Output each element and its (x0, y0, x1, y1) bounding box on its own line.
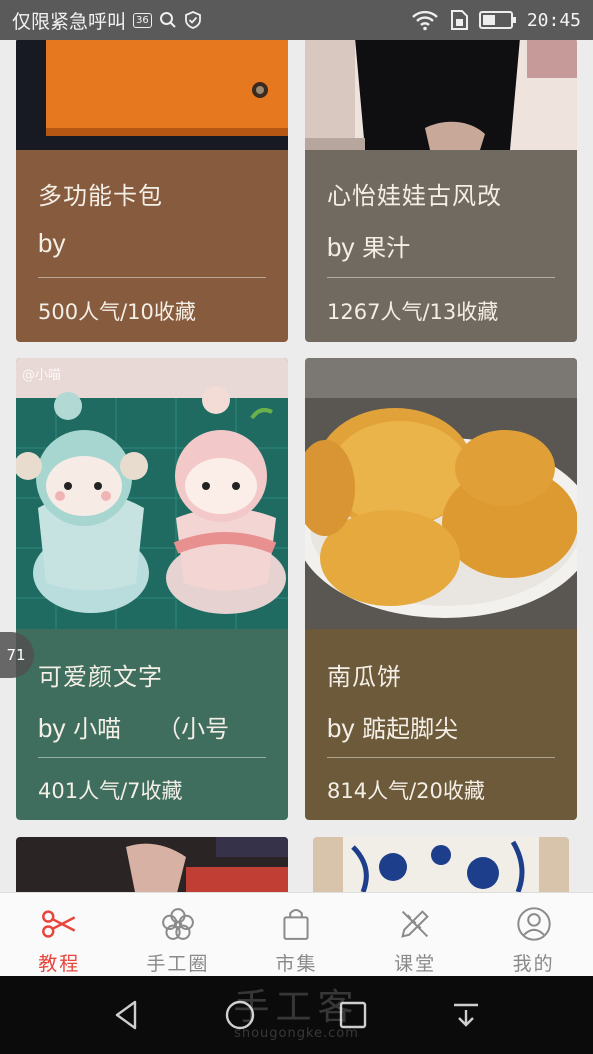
card-title: 南瓜饼 (327, 663, 402, 691)
notification-pull-icon[interactable] (448, 997, 484, 1033)
author-prefix: by (38, 713, 66, 743)
card-divider (38, 277, 266, 278)
card-stats: 1267人气/13收藏 (327, 300, 499, 324)
system-nav-bar (0, 976, 593, 1054)
card-photo (16, 837, 288, 892)
tutorial-card[interactable]: 心怡娃娃古风改 by 果汁 1267人气/13收藏 (305, 40, 577, 342)
card-divider (327, 277, 555, 278)
tutorial-card[interactable] (16, 837, 288, 892)
card-title: 心怡娃娃古风改 (327, 182, 502, 210)
card-photo (305, 40, 577, 150)
tab-label: 市集 (275, 953, 318, 975)
card-author: by 果汁 (327, 228, 410, 263)
pencil-ruler-icon (401, 910, 429, 938)
card-title: 多功能卡包 (38, 182, 163, 210)
battery-icon (478, 11, 516, 29)
tab-classroom[interactable]: 课堂 (356, 893, 475, 976)
tab-label: 手工圈 (146, 953, 210, 975)
tab-market[interactable]: 市集 (237, 893, 356, 976)
author-name: 果汁 (362, 234, 411, 262)
card-divider (327, 757, 555, 758)
home-icon[interactable] (222, 997, 258, 1033)
wifi-icon (411, 10, 438, 31)
card-photo (16, 40, 288, 150)
photo-watermark: @小喵 (22, 368, 62, 383)
network-badge: 36 (133, 12, 152, 28)
tab-profile[interactable]: 我的 (474, 893, 593, 976)
card-title: 可爱颜文字 (38, 663, 163, 691)
search-icon (159, 12, 176, 28)
card-author: by 小喵 （小号 (38, 709, 229, 744)
card-info: 可爱颜文字 by 小喵 （小号 401人气/7收藏 (16, 629, 288, 820)
author-prefix: by (327, 713, 355, 743)
tab-tutorials[interactable]: 教程 (0, 893, 119, 976)
card-info: 心怡娃娃古风改 by 果汁 1267人气/13收藏 (305, 150, 577, 342)
clock: 20:45 (526, 9, 581, 31)
author-name: 小喵 （小号 (73, 715, 230, 743)
flower-icon (162, 908, 194, 940)
bubble-value: 71 (6, 646, 26, 664)
card-photo (305, 358, 577, 629)
card-photo: @小喵 (16, 358, 288, 629)
tutorial-card[interactable]: 多功能卡包 by 500人气/10收藏 (16, 40, 288, 342)
card-author: by (38, 228, 65, 259)
bottom-tab-bar: 教程 手工圈 市集 课堂 我的 (0, 892, 593, 976)
card-info: 南瓜饼 by 踮起脚尖 814人气/20收藏 (305, 629, 577, 820)
tutorial-feed[interactable]: 多功能卡包 by 500人气/10收藏 心怡娃娃古风改 by 果汁 1267人气… (0, 40, 593, 892)
tab-label: 教程 (38, 953, 81, 975)
author-name: 踮起脚尖 (362, 715, 459, 743)
card-stats: 500人气/10收藏 (38, 300, 196, 324)
card-divider (38, 757, 266, 758)
tab-label: 我的 (512, 953, 555, 975)
tab-label: 课堂 (394, 953, 437, 975)
app-screen: { "status_bar": { "carrier": "仅限紧急呼叫", "… (0, 0, 593, 1054)
card-stats: 401人气/7收藏 (38, 779, 183, 803)
card-stats: 814人气/20收藏 (327, 779, 485, 803)
scissors-icon (42, 910, 76, 938)
tab-craft-circle[interactable]: 手工圈 (119, 893, 238, 976)
card-info: 多功能卡包 by 500人气/10收藏 (16, 150, 288, 342)
tutorial-card[interactable]: 南瓜饼 by 踮起脚尖 814人气/20收藏 (305, 358, 577, 820)
tutorial-card[interactable] (313, 837, 569, 892)
shopping-bag-icon (283, 908, 310, 940)
author-prefix: by (327, 232, 355, 262)
sim-icon (450, 10, 468, 30)
recents-icon[interactable] (335, 997, 371, 1033)
card-photo (313, 837, 569, 892)
author-prefix: by (38, 228, 66, 258)
status-bar: 仅限紧急呼叫 36 20:45 (0, 0, 593, 40)
tutorial-card[interactable]: @小喵 可爱颜文字 by 小喵 （小号 401人气/7收藏 (16, 358, 288, 820)
card-author: by 踮起脚尖 (327, 709, 458, 744)
carrier-text: 仅限紧急呼叫 (12, 10, 127, 33)
shield-icon (184, 11, 201, 29)
user-icon (516, 907, 551, 941)
back-icon[interactable] (109, 997, 145, 1033)
